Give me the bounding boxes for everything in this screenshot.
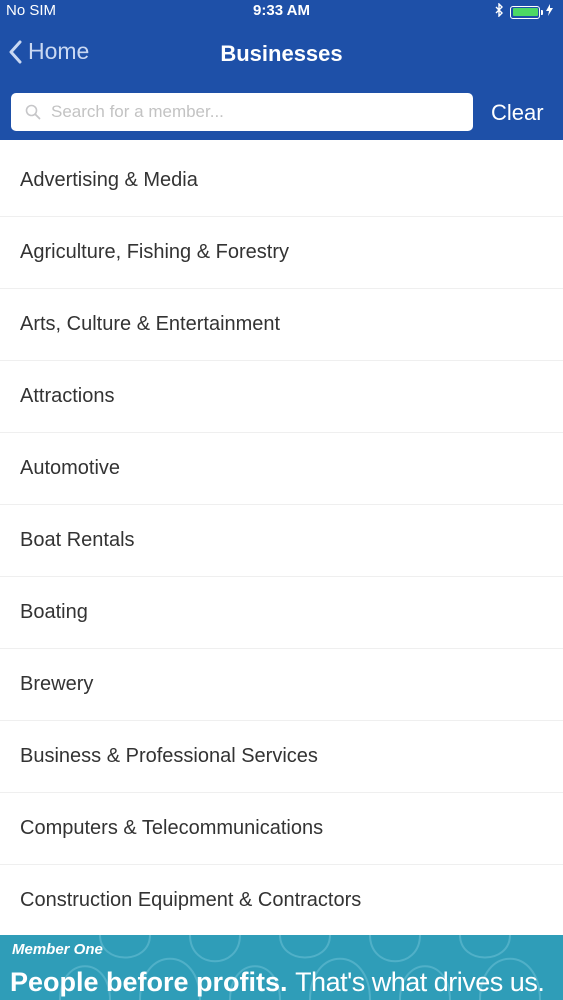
category-item[interactable]: Arts, Culture & Entertainment [0, 289, 563, 361]
clock: 9:33 AM [253, 2, 310, 19]
category-item[interactable]: Construction Equipment & Contractors [0, 865, 563, 937]
search-field[interactable] [11, 93, 473, 131]
category-item[interactable]: Brewery [0, 649, 563, 721]
category-item[interactable]: Business & Professional Services [0, 721, 563, 793]
search-input[interactable] [51, 102, 431, 122]
ad-banner[interactable]: Member One People before profits. That's… [0, 935, 563, 1000]
bluetooth-icon [495, 2, 504, 21]
category-item[interactable]: Boating [0, 577, 563, 649]
businesses-screen: No SIM 9:33 AM Home Businesses Search fo… [0, 0, 563, 1000]
tagline-bold: People before profits. [10, 967, 288, 997]
battery-level [512, 8, 538, 16]
category-list: Advertising & Media Agriculture, Fishing… [0, 145, 563, 937]
clear-button[interactable]: Clear [491, 100, 544, 126]
status-indicators [495, 2, 553, 21]
category-item[interactable]: Attractions [0, 361, 563, 433]
navigation-bar: Home Businesses [0, 28, 563, 78]
tagline-rest: That's what drives us. [295, 967, 545, 997]
category-item[interactable]: Advertising & Media [0, 145, 563, 217]
category-item[interactable]: Automotive [0, 433, 563, 505]
member-one-logo: Member One [12, 941, 103, 958]
category-item[interactable]: Agriculture, Fishing & Forestry [0, 217, 563, 289]
search-bar: Clear [0, 92, 563, 132]
page-title: Businesses [220, 41, 343, 66]
search-icon [25, 104, 41, 120]
category-item[interactable]: Boat Rentals [0, 505, 563, 577]
banner-tagline: People before profits. That's what drive… [10, 967, 545, 998]
status-bar: No SIM 9:33 AM [0, 0, 563, 24]
battery-icon [510, 5, 543, 19]
header: No SIM 9:33 AM Home Businesses Search fo… [0, 0, 563, 140]
charging-icon [546, 4, 553, 20]
category-item[interactable]: Computers & Telecommunications [0, 793, 563, 865]
